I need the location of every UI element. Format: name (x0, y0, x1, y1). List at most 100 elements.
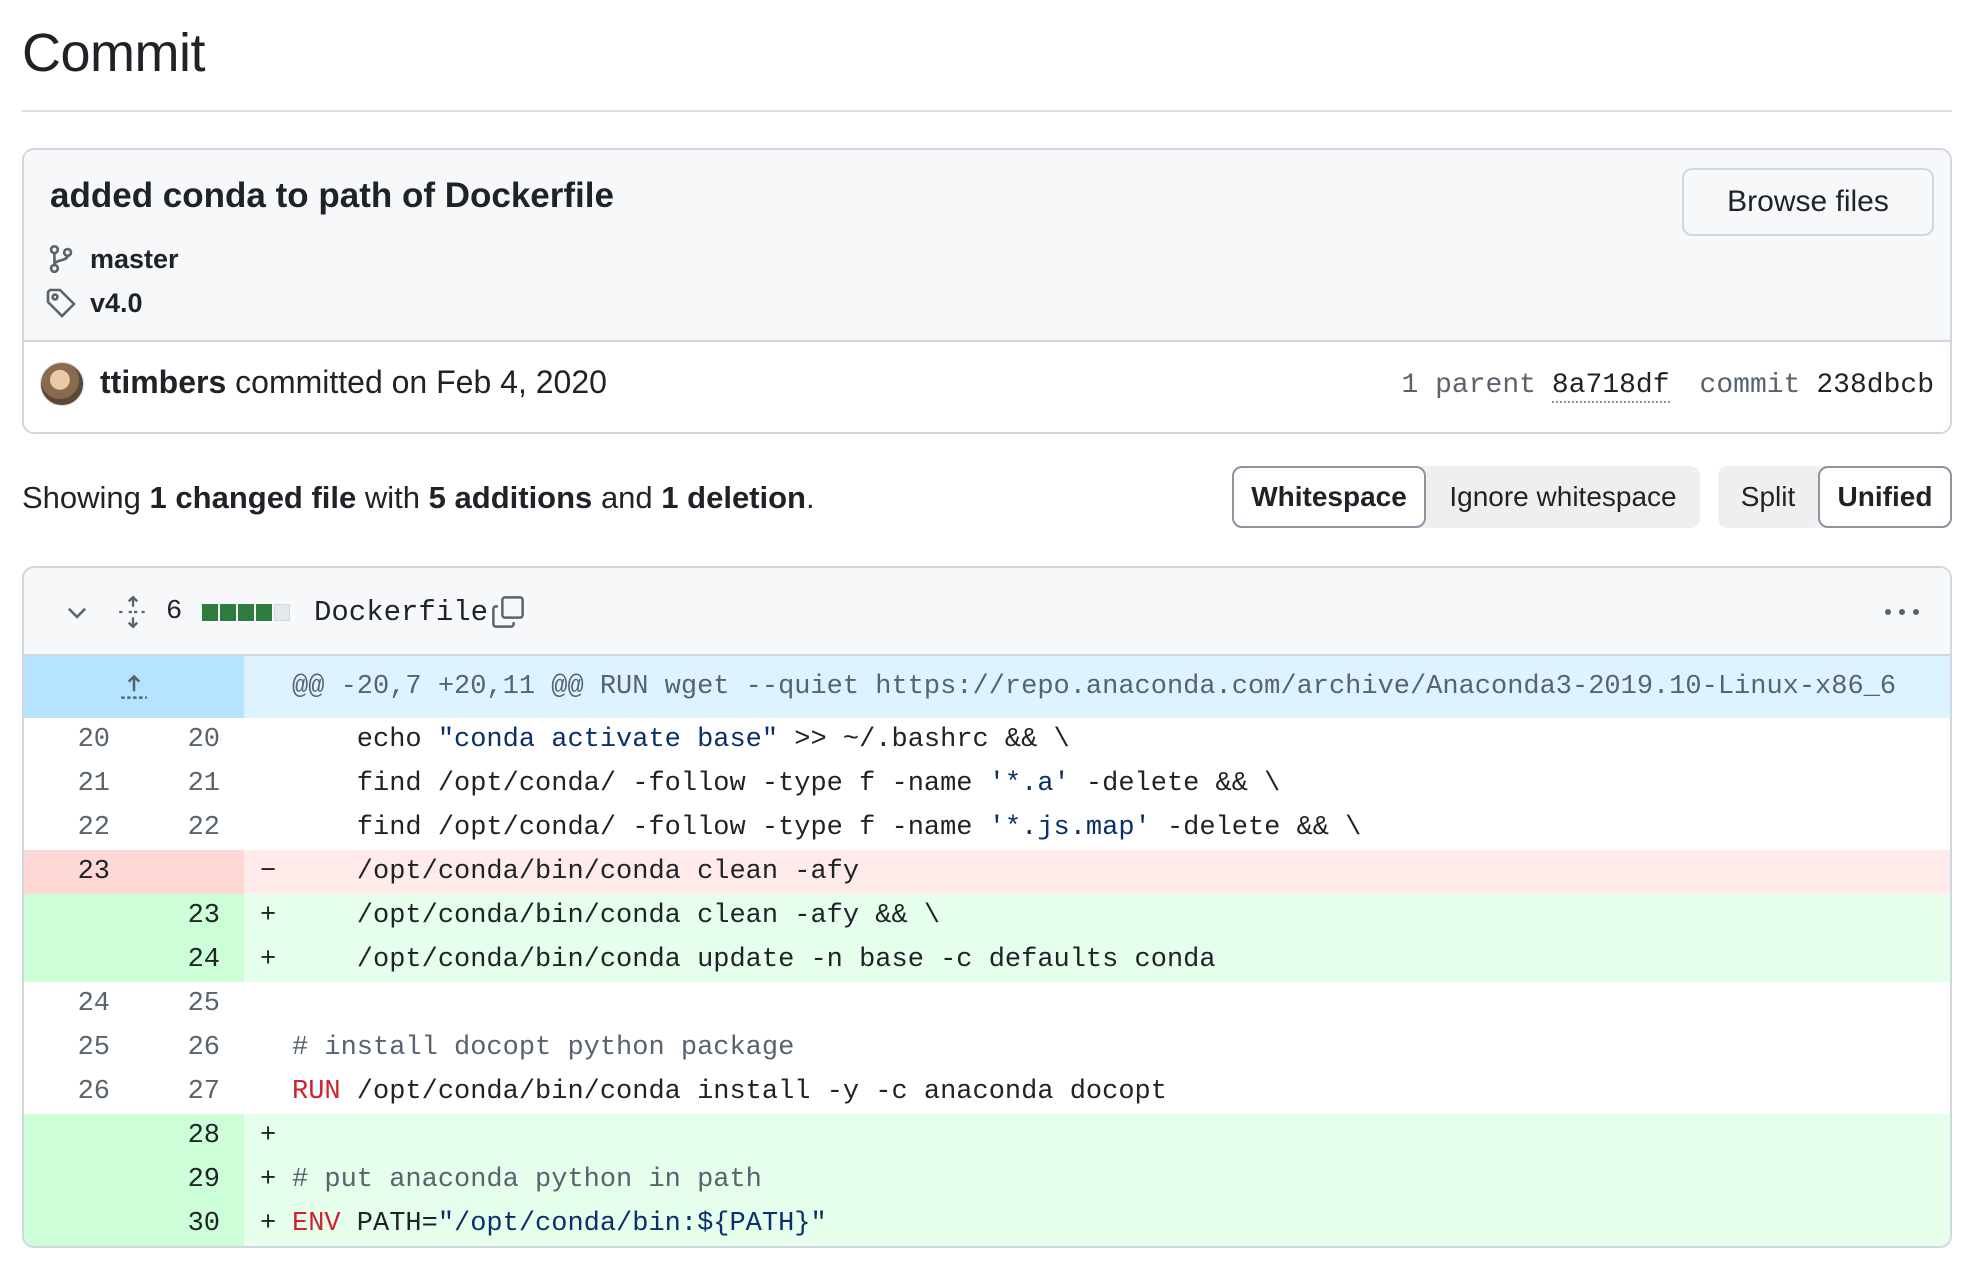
diff-sign: + (260, 945, 277, 975)
summary-files: 1 changed file (149, 480, 357, 515)
file-header: 6 Dockerfile (24, 568, 1950, 656)
commit-label: commit (1699, 370, 1801, 401)
diff-view-toggle: Split Unified (1718, 466, 1952, 528)
new-line-number[interactable]: 22 (134, 806, 244, 850)
diff-summary: Showing 1 changed file with 5 additions … (22, 480, 815, 516)
summary-text: . (806, 480, 815, 515)
code-token: /opt/conda/bin/conda clean -afy (292, 857, 860, 887)
old-line-number[interactable]: 22 (24, 806, 134, 850)
diff-line-context: 24 25 (24, 982, 1950, 1026)
old-line-number[interactable]: 20 (24, 718, 134, 762)
copy-icon[interactable] (490, 568, 526, 656)
diff-sign: + (260, 1121, 277, 1151)
code-token: # put anaconda python in path (292, 1165, 762, 1195)
code-token: "conda activate base" (437, 725, 779, 755)
title-divider (22, 110, 1952, 112)
unified-view-button[interactable]: Unified (1818, 466, 1952, 528)
file-diff: 6 Dockerfile @@ -20,7 +20,11 @@ RUN wget… (22, 566, 1952, 1248)
whitespace-button[interactable]: Whitespace (1232, 466, 1426, 528)
parent-label: 1 parent (1401, 370, 1536, 401)
diff-line-deletion: 23 − /opt/conda/bin/conda clean -afy (24, 850, 1950, 894)
diff-line-context: 25 26 # install docopt python package (24, 1026, 1950, 1070)
unfold-icon[interactable] (116, 568, 150, 656)
old-line-number[interactable] (24, 894, 134, 938)
branch-name: master (90, 243, 179, 274)
diff-line-addition: 29 + # put anaconda python in path (24, 1158, 1950, 1202)
old-line-number[interactable] (24, 1114, 134, 1158)
old-line-number[interactable]: 24 (24, 982, 134, 1026)
code-token: /opt/conda/bin/conda install -y -c anaco… (340, 1077, 1167, 1107)
old-line-number[interactable]: 23 (24, 850, 134, 894)
new-line-number[interactable]: 21 (134, 762, 244, 806)
new-line-number[interactable]: 28 (134, 1114, 244, 1158)
old-line-number[interactable]: 21 (24, 762, 134, 806)
summary-text: Showing (22, 480, 141, 515)
diff-sign: + (260, 1209, 277, 1239)
diff-sign: − (260, 857, 277, 887)
new-line-number[interactable]: 24 (134, 938, 244, 982)
code-token: >> ~/.bashrc && \ (778, 725, 1070, 755)
code-token: '*.a' (988, 769, 1070, 799)
diffstat-neutral-block (274, 603, 290, 621)
change-count: 6 (166, 597, 183, 627)
new-line-number[interactable]: 30 (134, 1202, 244, 1246)
file-name-link[interactable]: Dockerfile (314, 568, 488, 656)
whitespace-toggle: Whitespace Ignore whitespace (1232, 466, 1700, 528)
commit-message: added conda to path of Dockerfile (50, 176, 614, 215)
new-line-number[interactable]: 29 (134, 1158, 244, 1202)
avatar[interactable] (40, 362, 84, 406)
old-line-number[interactable]: 25 (24, 1026, 134, 1070)
summary-additions: 5 additions (428, 480, 593, 515)
old-line-number[interactable] (24, 1202, 134, 1246)
old-line-number[interactable] (24, 1158, 134, 1202)
kebab-horizontal-icon[interactable] (1882, 568, 1922, 656)
code-token: PATH= (340, 1209, 438, 1239)
diff-line-addition: 30 + ENV PATH="/opt/conda/bin:${PATH}" (24, 1202, 1950, 1246)
commit-meta: ttimbers committed on Feb 4, 2020 1 pare… (24, 342, 1950, 432)
diff-line-addition: 24 + /opt/conda/bin/conda update -n base … (24, 938, 1950, 982)
diffstat-addition-block (238, 603, 254, 621)
code-token: RUN (292, 1077, 341, 1107)
code-token: '*.js.map' (988, 813, 1151, 843)
code-line: ENV PATH="/opt/conda/bin:${PATH}" (292, 1202, 827, 1246)
new-line-number[interactable]: 23 (134, 894, 244, 938)
expand-up-icon[interactable] (24, 656, 244, 718)
code-line: /opt/conda/bin/conda update -n base -c d… (292, 938, 1216, 982)
code-token: -delete && \ (1150, 813, 1362, 843)
diff-line-addition: 23 + /opt/conda/bin/conda clean -afy && \ (24, 894, 1950, 938)
diff-line-context: 21 21 find /opt/conda/ -follow -type f -n… (24, 762, 1950, 806)
branch-ref[interactable]: master (44, 242, 179, 276)
code-token: ENV (292, 1209, 341, 1239)
code-line: /opt/conda/bin/conda clean -afy && \ (292, 894, 940, 938)
code-line: # put anaconda python in path (292, 1158, 762, 1202)
ignore-whitespace-button[interactable]: Ignore whitespace (1426, 466, 1700, 528)
new-line-number[interactable]: 26 (134, 1026, 244, 1070)
chevron-down-icon[interactable] (64, 568, 90, 656)
diffstat-addition-block (202, 603, 218, 621)
browse-files-button[interactable]: Browse files (1682, 168, 1934, 236)
hunk-header-text: @@ -20,7 +20,11 @@ RUN wget --quiet http… (292, 672, 1897, 702)
git-branch-icon (44, 242, 78, 276)
new-line-number[interactable]: 27 (134, 1070, 244, 1114)
code-token: find /opt/conda/ -follow -type f -name (292, 813, 989, 843)
code-line: find /opt/conda/ -follow -type f -name '… (292, 806, 1362, 850)
old-line-number[interactable] (24, 938, 134, 982)
sha-block: 1 parent 8a718df commit 238dbcb (1401, 370, 1934, 403)
old-line-number[interactable]: 26 (24, 1070, 134, 1114)
tag-name: v4.0 (90, 287, 143, 318)
new-line-number[interactable] (134, 850, 244, 894)
new-line-number[interactable]: 25 (134, 982, 244, 1026)
code-token: find /opt/conda/ -follow -type f -name (292, 769, 989, 799)
split-view-button[interactable]: Split (1718, 466, 1818, 528)
diffstat-addition-block (256, 603, 272, 621)
code-line: echo "conda activate base" >> ~/.bashrc … (292, 718, 1070, 762)
author-link[interactable]: ttimbers (100, 364, 226, 400)
tag-ref[interactable]: v4.0 (44, 286, 143, 320)
new-line-number[interactable]: 20 (134, 718, 244, 762)
diff-line-addition: 28 + (24, 1114, 1950, 1158)
diffstat (202, 568, 290, 656)
hunk-header: @@ -20,7 +20,11 @@ RUN wget --quiet http… (24, 656, 1950, 718)
parent-sha-link[interactable]: 8a718df (1551, 370, 1670, 403)
author-line: ttimbers committed on Feb 4, 2020 (100, 364, 607, 401)
summary-text: and (600, 480, 653, 515)
